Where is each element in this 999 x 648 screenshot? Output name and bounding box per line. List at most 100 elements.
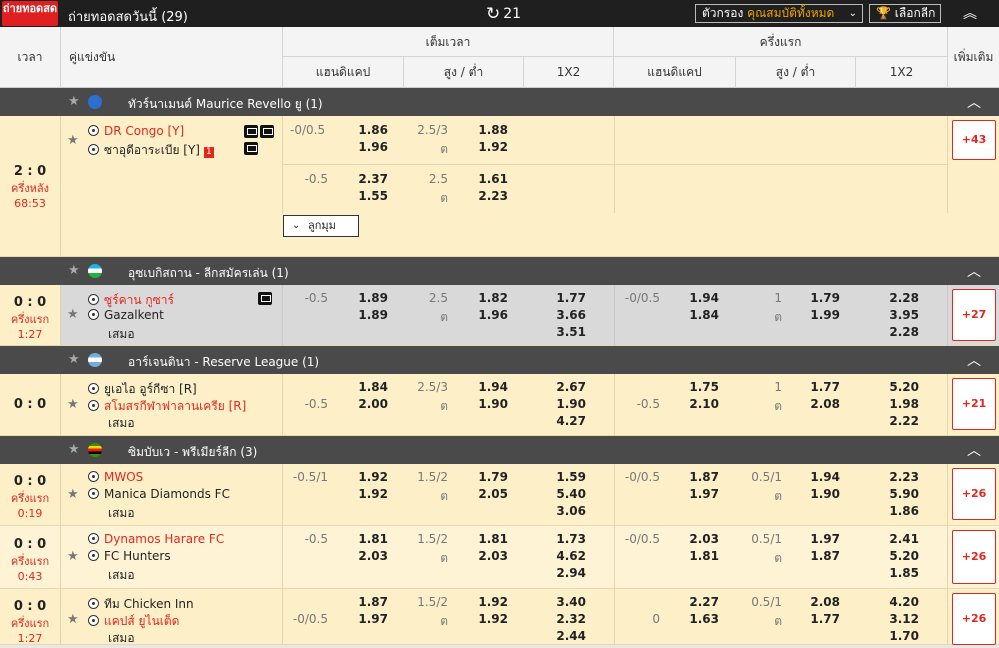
odds-value[interactable]: 1.86 bbox=[881, 504, 919, 518]
corners-button[interactable]: ⌄ ลูกมุม bbox=[283, 215, 359, 237]
odds-value[interactable]: 1.87 bbox=[802, 549, 840, 563]
odds-value[interactable]: 1.96 bbox=[350, 140, 388, 154]
odds-value[interactable]: 1.55 bbox=[350, 189, 388, 203]
odds-value[interactable]: 1.92 bbox=[470, 140, 508, 154]
odds-value[interactable]: 2.03 bbox=[350, 549, 388, 563]
odds-value[interactable]: 2.00 bbox=[350, 397, 388, 411]
odds-value[interactable]: 1.97 bbox=[802, 532, 840, 546]
odds-value[interactable]: 4.27 bbox=[548, 414, 586, 428]
star-icon[interactable]: ★ bbox=[68, 263, 80, 278]
odds-value[interactable]: 2.94 bbox=[548, 566, 586, 580]
odds-value[interactable]: 5.90 bbox=[881, 487, 919, 501]
odds-value[interactable]: 1.77 bbox=[802, 380, 840, 394]
league-header[interactable]: ★ ทัวร์นาเมนต์ Maurice Revello ยู (1) ︿ bbox=[0, 88, 999, 116]
pitch-icon[interactable] bbox=[244, 142, 258, 155]
odds-value[interactable]: 1.81 bbox=[681, 549, 719, 563]
odds-value[interactable]: 3.66 bbox=[548, 308, 586, 322]
odds-value[interactable]: 1.97 bbox=[350, 612, 388, 626]
star-icon[interactable]: ★ bbox=[67, 487, 79, 502]
away-team[interactable]: Manica Diamonds FC bbox=[88, 487, 230, 501]
odds-value[interactable]: 1.63 bbox=[681, 612, 719, 626]
more-markets-button[interactable]: +26 bbox=[952, 530, 996, 584]
odds-value[interactable]: 1.90 bbox=[802, 487, 840, 501]
odds-value[interactable]: 2.37 bbox=[350, 172, 388, 186]
odds-value[interactable]: 1.92 bbox=[470, 612, 508, 626]
more-markets-button[interactable]: +26 bbox=[952, 593, 996, 645]
star-icon[interactable]: ★ bbox=[68, 442, 80, 457]
odds-value[interactable]: 3.06 bbox=[548, 504, 586, 518]
away-team[interactable]: Gazalkent bbox=[88, 308, 164, 322]
odds-value[interactable]: 1.96 bbox=[470, 308, 508, 322]
odds-value[interactable]: 1.89 bbox=[350, 308, 388, 322]
odds-value[interactable]: 1.99 bbox=[802, 308, 840, 322]
star-icon[interactable]: ★ bbox=[68, 94, 80, 109]
odds-value[interactable]: 1.90 bbox=[470, 397, 508, 411]
odds-value[interactable]: 1.84 bbox=[681, 308, 719, 322]
odds-value[interactable]: 1.94 bbox=[802, 470, 840, 484]
star-icon[interactable]: ★ bbox=[67, 307, 79, 322]
home-team[interactable]: MWOS bbox=[88, 470, 143, 484]
odds-value[interactable]: 1.98 bbox=[881, 397, 919, 411]
league-header[interactable]: ★ อุซเบกิสถาน - ลีกสมัครเล่น (1) ︿ bbox=[0, 257, 999, 285]
home-team[interactable]: DR Congo [Y] bbox=[88, 124, 184, 138]
odds-value[interactable]: 1.88 bbox=[470, 123, 508, 137]
odds-value[interactable]: 1.81 bbox=[470, 532, 508, 546]
collapse-icon[interactable]: ︿ bbox=[967, 92, 981, 112]
odds-value[interactable]: 1.89 bbox=[350, 291, 388, 305]
odds-value[interactable]: 2.28 bbox=[881, 291, 919, 305]
odds-value[interactable]: 1.85 bbox=[881, 566, 919, 580]
odds-value[interactable]: 5.40 bbox=[548, 487, 586, 501]
league-select-button[interactable]: 🏆 เลือกลีก bbox=[869, 4, 941, 23]
odds-value[interactable]: 1.81 bbox=[350, 532, 388, 546]
odds-value[interactable]: 2.44 bbox=[548, 629, 586, 643]
odds-value[interactable]: 2.05 bbox=[470, 487, 508, 501]
odds-value[interactable]: 1.94 bbox=[681, 291, 719, 305]
away-team[interactable]: ซาอุดีอาระเบีย [Y] 1 bbox=[88, 141, 214, 160]
odds-value[interactable]: 3.95 bbox=[881, 308, 919, 322]
tv-icon[interactable] bbox=[244, 125, 258, 138]
odds-value[interactable]: 2.22 bbox=[881, 414, 919, 428]
odds-value[interactable]: 1.84 bbox=[350, 380, 388, 394]
odds-value[interactable]: 1.77 bbox=[548, 291, 586, 305]
odds-value[interactable]: 2.41 bbox=[881, 532, 919, 546]
odds-value[interactable]: 2.08 bbox=[802, 397, 840, 411]
tv-icon[interactable] bbox=[258, 292, 272, 305]
odds-value[interactable]: 1.87 bbox=[681, 470, 719, 484]
more-markets-button[interactable]: +26 bbox=[952, 468, 996, 520]
odds-value[interactable]: 1.59 bbox=[548, 470, 586, 484]
odds-value[interactable]: 1.77 bbox=[802, 612, 840, 626]
star-icon[interactable]: ★ bbox=[67, 549, 79, 564]
odds-value[interactable]: 1.92 bbox=[470, 595, 508, 609]
star-icon[interactable]: ★ bbox=[67, 133, 79, 148]
more-markets-button[interactable]: +21 bbox=[952, 378, 996, 430]
odds-value[interactable]: 1.61 bbox=[470, 172, 508, 186]
league-header[interactable]: ★ ซิมบับเว - พรีเมียร์ลีก (3) ︿ bbox=[0, 436, 999, 464]
odds-value[interactable]: 1.79 bbox=[470, 470, 508, 484]
odds-value[interactable]: 2.28 bbox=[881, 325, 919, 339]
collapse-icon[interactable]: ︿ bbox=[967, 350, 981, 370]
odds-value[interactable]: 2.10 bbox=[681, 397, 719, 411]
away-team[interactable]: FC Hunters bbox=[88, 549, 171, 563]
odds-value[interactable]: 1.97 bbox=[681, 487, 719, 501]
star-icon[interactable]: ★ bbox=[67, 397, 79, 412]
more-markets-button[interactable]: +43 bbox=[952, 120, 996, 160]
filter-select[interactable]: ตัวกรอง คุณสมบัติทั้งหมด ⌄ bbox=[695, 4, 863, 23]
odds-value[interactable]: 4.20 bbox=[881, 595, 919, 609]
live-badge[interactable]: ถ่ายทอดสด bbox=[2, 1, 58, 26]
odds-value[interactable]: 1.79 bbox=[802, 291, 840, 305]
odds-value[interactable]: 2.67 bbox=[548, 380, 586, 394]
odds-value[interactable]: 2.03 bbox=[470, 549, 508, 563]
odds-value[interactable]: 1.90 bbox=[548, 397, 586, 411]
odds-value[interactable]: 1.92 bbox=[350, 487, 388, 501]
odds-value[interactable]: 1.92 bbox=[350, 470, 388, 484]
odds-value[interactable]: 5.20 bbox=[881, 549, 919, 563]
odds-value[interactable]: 1.73 bbox=[548, 532, 586, 546]
odds-value[interactable]: 3.40 bbox=[548, 595, 586, 609]
odds-value[interactable]: 3.51 bbox=[548, 325, 586, 339]
odds-value[interactable]: 3.12 bbox=[881, 612, 919, 626]
star-icon[interactable]: ★ bbox=[67, 612, 79, 627]
odds-value[interactable]: 1.86 bbox=[350, 123, 388, 137]
home-team[interactable]: Dynamos Harare FC bbox=[88, 532, 224, 546]
star-icon[interactable]: ★ bbox=[68, 352, 80, 367]
collapse-icon[interactable]: ︿ bbox=[967, 440, 981, 460]
